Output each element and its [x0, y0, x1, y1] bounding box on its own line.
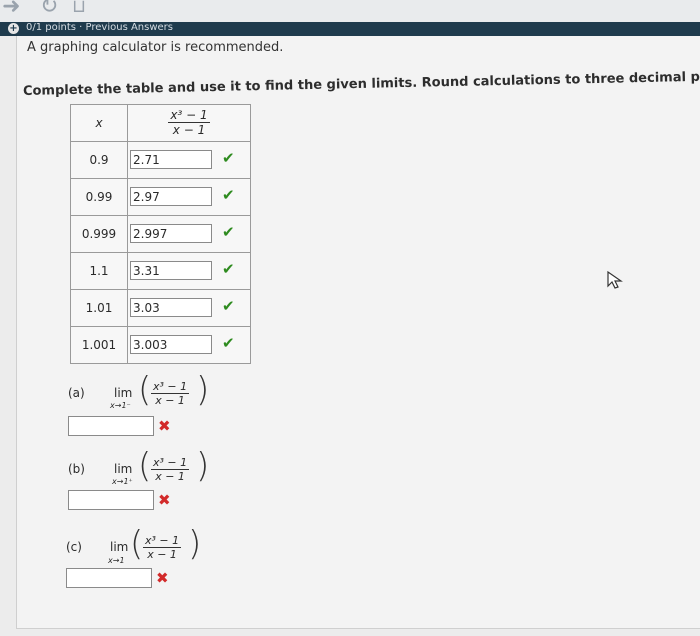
- x-mark-icon: ✖: [156, 569, 169, 587]
- answer-input[interactable]: 2.997: [130, 224, 212, 243]
- function-header: x³ − 1 x − 1: [127, 104, 251, 142]
- x-value: 0.9: [70, 141, 128, 179]
- table-row: 0.99 2.97 ✔: [70, 178, 251, 216]
- x-value: 0.999: [70, 215, 128, 253]
- left-paren: (: [138, 370, 152, 410]
- part-label: (c): [66, 540, 82, 554]
- x-value: 1.1: [70, 252, 128, 290]
- checkmark-icon: ✔: [222, 260, 235, 278]
- question-header-strip: + 0/1 points · Previous Answers: [0, 22, 700, 36]
- table-row: 1.1 3.31 ✔: [70, 252, 251, 290]
- x-value: 0.99: [70, 178, 128, 216]
- lim-text: lim: [110, 540, 129, 554]
- x-value: 1.001: [70, 326, 128, 364]
- checkmark-icon: ✔: [222, 149, 235, 167]
- intro-text: A graphing calculator is recommended.: [27, 40, 284, 55]
- limit-fraction: x³ − 1 x − 1: [143, 534, 182, 561]
- values-table: x x³ − 1 x − 1 0.9 2.71 ✔ 0.99 2.97 ✔ 0.99…: [70, 104, 251, 364]
- refresh-icon[interactable]: ↻: [40, 0, 58, 19]
- checkmark-icon: ✔: [222, 297, 235, 315]
- table-row: 1.001 3.003 ✔: [70, 326, 251, 364]
- expand-icon[interactable]: +: [8, 23, 19, 34]
- function-fraction: x³ − 1 x − 1: [168, 108, 210, 137]
- back-arrow-icon[interactable]: ➜: [2, 0, 20, 19]
- table-header-row: x x³ − 1 x − 1: [70, 104, 251, 142]
- table-row: 1.01 3.03 ✔: [70, 289, 251, 327]
- limit-fraction: x³ − 1 x − 1: [151, 380, 190, 407]
- left-paren: (: [130, 524, 144, 564]
- answer-input[interactable]: 2.71: [130, 150, 212, 169]
- x-header: x: [70, 104, 128, 142]
- toolbar-icon[interactable]: ⊔: [72, 0, 86, 17]
- mouse-pointer-icon: [607, 270, 623, 289]
- answer-input[interactable]: 2.97: [130, 187, 212, 206]
- lim-subscript: x→1⁻: [110, 401, 131, 410]
- right-paren: ): [196, 446, 210, 486]
- part-label: (b): [68, 462, 85, 476]
- answer-input[interactable]: 3.003: [130, 335, 212, 354]
- part-label: (a): [68, 386, 85, 400]
- limit-answer-input[interactable]: [68, 490, 154, 510]
- limit-answer-input[interactable]: [66, 568, 152, 588]
- limit-fraction: x³ − 1 x − 1: [151, 456, 190, 483]
- checkmark-icon: ✔: [222, 186, 235, 204]
- lim-subscript: x→1: [108, 556, 125, 565]
- lim-subscript: x→1⁺: [112, 477, 133, 486]
- lim-text: lim: [114, 386, 133, 400]
- table-row: 0.9 2.71 ✔: [70, 141, 251, 179]
- checkmark-icon: ✔: [222, 334, 235, 352]
- table-row: 0.999 2.997 ✔: [70, 215, 251, 253]
- right-paren: ): [196, 370, 210, 410]
- lim-text: lim: [114, 462, 133, 476]
- checkmark-icon: ✔: [222, 223, 235, 241]
- x-value: 1.01: [70, 289, 128, 327]
- points-text: 0/1 points · Previous Answers: [26, 22, 174, 33]
- x-mark-icon: ✖: [158, 491, 171, 509]
- x-mark-icon: ✖: [158, 417, 171, 435]
- right-paren: ): [188, 524, 202, 564]
- left-paren: (: [138, 446, 152, 486]
- limit-answer-input[interactable]: [68, 416, 154, 436]
- answer-input[interactable]: 3.31: [130, 261, 212, 280]
- answer-input[interactable]: 3.03: [130, 298, 212, 317]
